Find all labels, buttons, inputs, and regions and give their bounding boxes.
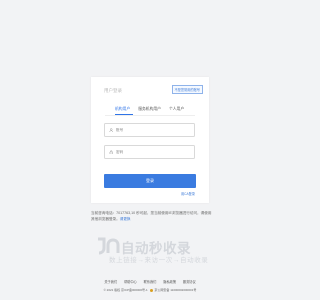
logo-subtitle: 数上链接→来访一次→自动收录 — [109, 257, 209, 264]
tabs-divider — [105, 115, 195, 116]
password-input[interactable] — [116, 150, 186, 154]
login-title: 用户登录 — [104, 88, 122, 93]
footer-link-contact[interactable]: 联系我们 — [144, 280, 157, 284]
login-button[interactable]: 登录 — [104, 174, 196, 188]
police-badge-icon — [149, 288, 153, 292]
browser-notice: 当前咨询电话：7017763,10 秒可起，您当前使用IE浏览器进行访问，请使用… — [91, 210, 213, 222]
notice-text: 当前咨询电话：7017763,10 秒可起，您当前使用IE浏览器进行访问，请使用… — [91, 211, 212, 221]
username-field[interactable] — [104, 123, 195, 137]
login-card: 用户登录 不是您常用的账号 机构用户 服务机构用户 个人用户 登录 用CA登录 — [91, 77, 209, 203]
ca-login-link[interactable]: 用CA登录 — [181, 191, 195, 196]
password-field[interactable] — [104, 145, 195, 159]
footer-links: 关于我们 帮助中心 联系我们 隐私政策 服务协议 — [0, 279, 300, 284]
user-icon — [108, 127, 114, 133]
corner-link[interactable]: 不是您常用的账号 — [171, 85, 203, 94]
footer-link-privacy[interactable]: 隐私政策 — [163, 280, 176, 284]
police-record-text: 京公网安备 11000002000001号 — [154, 288, 197, 292]
login-tabs: 机构用户 服务机构用户 个人用户 — [115, 107, 184, 114]
footer-link-about[interactable]: 关于我们 — [104, 280, 117, 284]
active-tab-indicator — [115, 114, 133, 115]
footer-link-help[interactable]: 帮助中心 — [124, 280, 137, 284]
logo-mark-icon — [98, 237, 120, 255]
tab-service-institution[interactable]: 服务机构用户 — [138, 107, 161, 114]
tab-personal[interactable]: 个人用户 — [169, 107, 184, 114]
tab-institution[interactable]: 机构用户 — [115, 107, 130, 114]
watermark-logo: 自动秒收录 数上链接→来访一次→自动收录 — [95, 236, 209, 264]
notice-link[interactable]: 请更换 — [120, 217, 131, 221]
footer-link-terms[interactable]: 服务协议 — [183, 280, 196, 284]
username-input[interactable] — [116, 128, 186, 132]
copyright-text: © 2021 版权 京ICP备000000号-1 — [103, 288, 148, 292]
footer-copyright: © 2021 版权 京ICP备000000号-1 京公网安备 110000020… — [0, 288, 300, 292]
lock-icon — [108, 149, 114, 155]
